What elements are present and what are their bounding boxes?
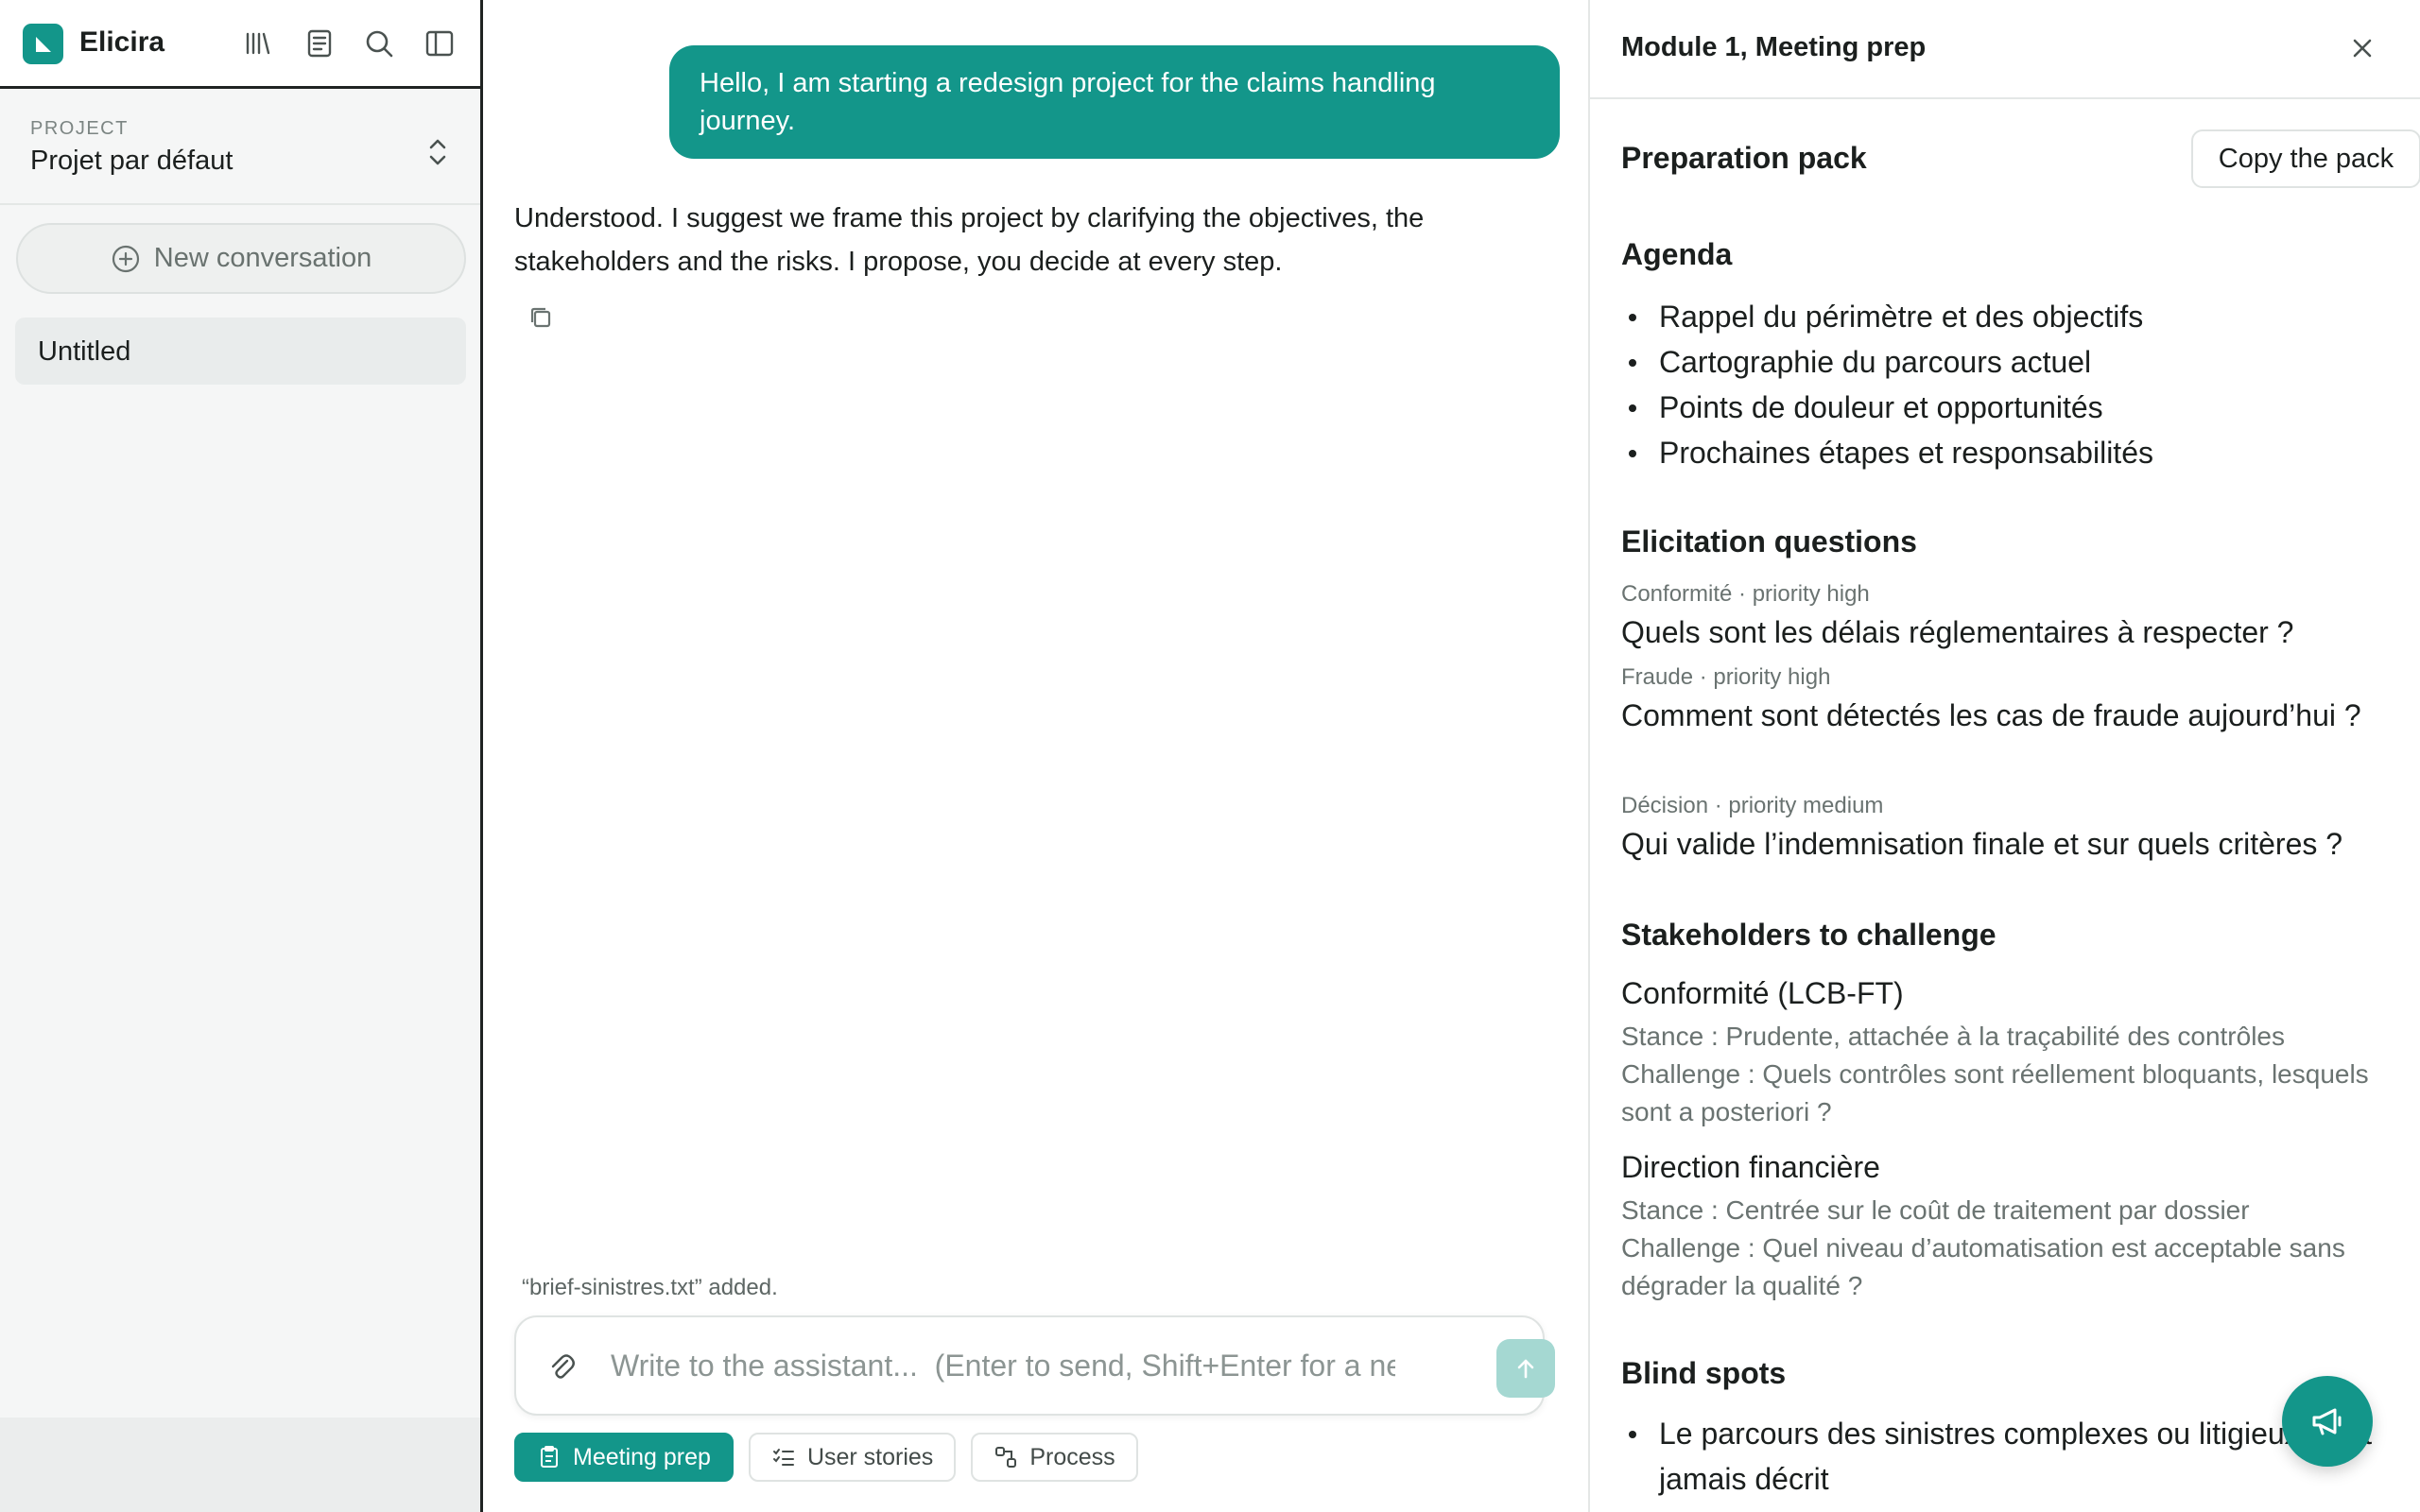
- notes-icon[interactable]: [302, 26, 337, 60]
- question-meta: Conformité · priority high: [1621, 581, 1870, 607]
- mode-label: Meeting prep: [573, 1443, 711, 1470]
- sidebar: Elicira PROJECT Projet par défaut New co…: [0, 0, 483, 1512]
- sidebar-toggle-icon[interactable]: [423, 26, 457, 60]
- agenda-item: Rappel du périmètre et des objectifs: [1621, 294, 2153, 339]
- send-button[interactable]: [1496, 1339, 1555, 1398]
- project-selector[interactable]: PROJECT Projet par défaut: [0, 92, 480, 205]
- chat-area: Hello, I am starting a redesign project …: [486, 0, 1588, 1512]
- question-text: Quels sont les délais réglementaires à r…: [1621, 615, 2294, 649]
- panel-header: Module 1, Meeting prep: [1590, 0, 2420, 99]
- agenda-title: Agenda: [1621, 237, 1733, 271]
- clipboard-icon: [541, 1446, 558, 1468]
- stakeholder-challenge: Challenge : Quels contrôles sont réellem…: [1621, 1059, 2369, 1126]
- blind-spots-list: Le parcours des sinistres complexes ou l…: [1621, 1411, 2396, 1502]
- blind-spots-title: Blind spots: [1621, 1356, 1787, 1390]
- sidebar-header: Elicira: [0, 0, 480, 89]
- stakeholders-title: Stakeholders to challenge: [1621, 918, 1996, 952]
- mode-switcher: Meeting prep User stories Process: [514, 1433, 1138, 1482]
- copy-icon[interactable]: [526, 302, 556, 333]
- stakeholder-name: Conformité (LCB-FT): [1621, 976, 1904, 1010]
- question-text: Comment sont détectés les cas de fraude …: [1621, 698, 2361, 732]
- question-text: Qui valide l’indemnisation finale et sur…: [1621, 827, 2343, 861]
- feedback-button[interactable]: [2282, 1376, 2373, 1467]
- pack-title: Preparation pack: [1621, 141, 1867, 175]
- meeting-prep-panel: Module 1, Meeting prep Preparation pack …: [1588, 0, 2420, 1512]
- mode-user-stories[interactable]: User stories: [748, 1433, 957, 1482]
- stakeholder-name: Direction financière: [1621, 1150, 1880, 1184]
- stakeholder-challenge: Challenge : Quel niveau d’automatisation…: [1621, 1233, 2345, 1300]
- app-logo[interactable]: [23, 24, 63, 64]
- assistant-message: Understood. I suggest we frame this proj…: [514, 203, 1425, 277]
- agenda-item: Points de douleur et opportunités: [1621, 385, 2153, 430]
- plus-circle-icon: [112, 245, 139, 272]
- message-input[interactable]: [611, 1338, 1395, 1393]
- stakeholder-stance: Stance : Prudente, attachée à la traçabi…: [1621, 1022, 2285, 1051]
- mode-label: Process: [1029, 1443, 1115, 1470]
- agenda-item: Cartographie du parcours actuel: [1621, 339, 2153, 385]
- library-icon[interactable]: [240, 26, 274, 60]
- new-conversation-label: New conversation: [153, 243, 372, 273]
- question-meta: Fraude · priority high: [1621, 664, 1831, 690]
- close-icon[interactable]: [2346, 32, 2378, 64]
- mode-label: User stories: [806, 1443, 934, 1470]
- checklist-icon: [772, 1449, 794, 1466]
- agenda-list: Rappel du périmètre et des objectifs Car…: [1621, 294, 2153, 475]
- conversation-item[interactable]: Untitled: [15, 318, 466, 385]
- sidebar-footer: [0, 1418, 480, 1512]
- user-message: Hello, I am starting a redesign project …: [669, 45, 1560, 159]
- agenda-item: Prochaines étapes et responsabilités: [1621, 430, 2153, 475]
- paperclip-icon[interactable]: [544, 1349, 579, 1383]
- mode-meeting-prep[interactable]: Meeting prep: [514, 1433, 734, 1482]
- app-brand: Elicira: [79, 26, 165, 58]
- project-name: Projet par défaut: [30, 146, 233, 176]
- arrow-up-icon: [1517, 1359, 1534, 1379]
- copy-pack-button[interactable]: Copy the pack: [2191, 129, 2420, 188]
- new-conversation-button[interactable]: New conversation: [16, 223, 466, 294]
- blind-spot-item: Le parcours des sinistres complexes ou l…: [1621, 1411, 2396, 1502]
- stakeholder-stance: Stance : Centrée sur le coût de traiteme…: [1621, 1195, 2250, 1225]
- mode-process[interactable]: Process: [971, 1433, 1138, 1482]
- questions-title: Elicitation questions: [1621, 524, 1917, 558]
- project-label: PROJECT: [30, 118, 129, 139]
- file-added-notice: “brief-sinistres.txt” added.: [522, 1275, 778, 1300]
- process-icon: [995, 1447, 1017, 1468]
- search-icon[interactable]: [362, 26, 396, 60]
- chevron-up-down-icon: [429, 139, 446, 165]
- composer: [514, 1315, 1555, 1416]
- question-meta: Décision · priority medium: [1621, 793, 1884, 818]
- megaphone-icon: [2312, 1408, 2342, 1435]
- panel-title: Module 1, Meeting prep: [1621, 32, 1927, 62]
